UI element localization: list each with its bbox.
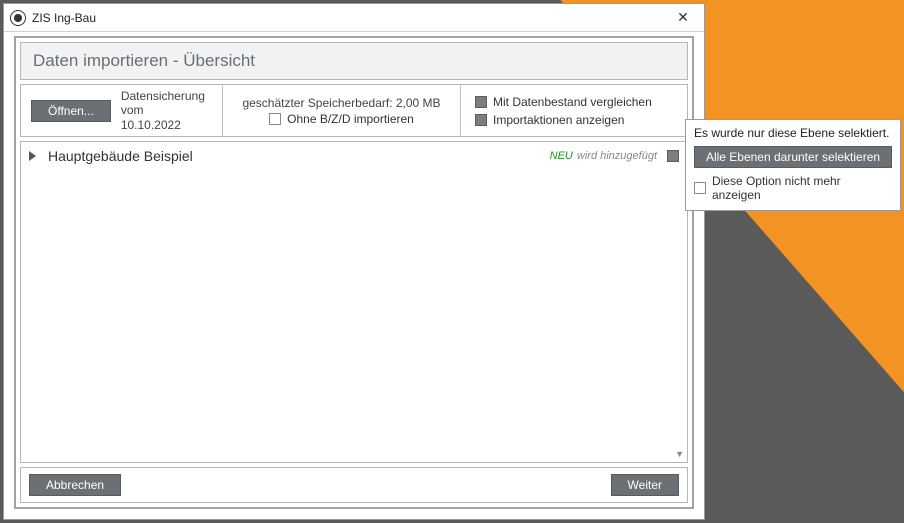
main-window: ZIS Ing-Bau ✕ Daten importieren - Übersi… <box>3 3 705 520</box>
backup-date-label: Datensicherung vom 10.10.2022 <box>121 89 212 132</box>
row-checkbox[interactable] <box>667 150 679 162</box>
close-icon[interactable]: ✕ <box>668 7 698 29</box>
select-all-levels-button[interactable]: Alle Ebenen darunter selektieren <box>694 146 892 168</box>
titlebar: ZIS Ing-Bau ✕ <box>4 4 704 32</box>
show-actions-label: Importaktionen anzeigen <box>493 113 624 127</box>
checkbox-icon <box>475 114 487 126</box>
dont-show-label: Diese Option nicht mehr anzeigen <box>712 174 892 202</box>
selection-popup: Es wurde nur diese Ebene selektiert. All… <box>685 119 901 211</box>
backup-line1: Datensicherung vom <box>121 89 212 118</box>
checkbox-icon <box>475 96 487 108</box>
tree-row[interactable]: Hauptgebäude Beispiel NEU wird hinzugefü… <box>21 142 687 170</box>
status-new: NEU <box>550 150 573 162</box>
page-title: Daten importieren - Übersicht <box>20 42 688 80</box>
popup-message: Es wurde nur diese Ebene selektiert. <box>694 126 892 140</box>
compare-cell: Mit Datenbestand vergleichen Importaktio… <box>461 85 687 136</box>
backup-line2: 10.10.2022 <box>121 118 212 132</box>
tree-view[interactable]: Hauptgebäude Beispiel NEU wird hinzugefü… <box>20 141 688 463</box>
status-text: wird hinzugefügt <box>577 150 657 162</box>
tree-item-label: Hauptgebäude Beispiel <box>48 148 550 164</box>
scroll-indicator-icon: ▼ <box>675 449 684 459</box>
storage-estimate-label: geschätzter Speicherbedarf: 2,00 MB <box>242 96 440 110</box>
open-button[interactable]: Öffnen... <box>31 100 111 122</box>
checkbox-icon <box>694 182 706 194</box>
estimate-cell: geschätzter Speicherbedarf: 2,00 MB Ohne… <box>223 85 461 136</box>
no-bzd-label: Ohne B/Z/D importieren <box>287 112 414 126</box>
checkbox-icon <box>269 113 281 125</box>
app-icon <box>10 10 26 26</box>
cancel-button[interactable]: Abbrechen <box>29 474 121 496</box>
dialog-frame: Daten importieren - Übersicht Öffnen... … <box>14 36 694 509</box>
next-button[interactable]: Weiter <box>611 474 679 496</box>
options-bar: Öffnen... Datensicherung vom 10.10.2022 … <box>20 84 688 137</box>
open-cell: Öffnen... Datensicherung vom 10.10.2022 <box>21 85 223 136</box>
dont-show-again-option[interactable]: Diese Option nicht mehr anzeigen <box>694 174 892 202</box>
no-bzd-option[interactable]: Ohne B/Z/D importieren <box>269 112 414 126</box>
window-title: ZIS Ing-Bau <box>32 11 96 25</box>
chevron-right-icon[interactable] <box>29 151 36 161</box>
footer-bar: Abbrechen Weiter <box>20 467 688 503</box>
compare-label: Mit Datenbestand vergleichen <box>493 95 652 109</box>
show-actions-option[interactable]: Importaktionen anzeigen <box>475 113 677 127</box>
compare-option[interactable]: Mit Datenbestand vergleichen <box>475 95 677 109</box>
